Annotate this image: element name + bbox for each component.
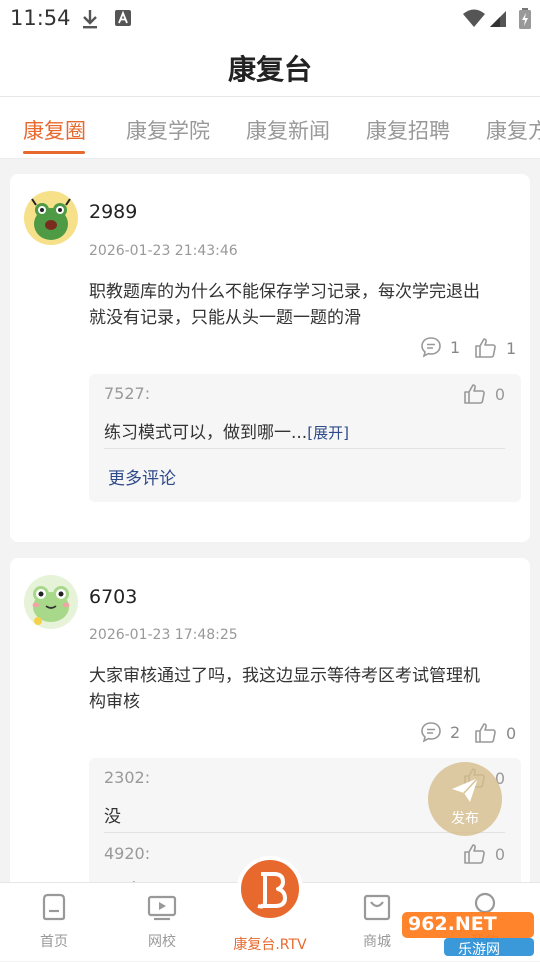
comment-count: 2	[450, 722, 461, 742]
divider	[104, 832, 505, 833]
username[interactable]: 2989	[89, 201, 137, 223]
divider	[104, 448, 505, 449]
reply-username[interactable]: 4920:	[104, 844, 150, 863]
expand-link[interactable]: [展开]	[307, 424, 349, 442]
reply-like-count: 0	[494, 844, 505, 864]
tab-kangfu-xueyuan[interactable]: 康复学院	[126, 115, 210, 145]
nav-school[interactable]: 网校	[122, 891, 202, 950]
post-content[interactable]: 职教题库的为什么不能保存学习记录，每次学完退出 就没有记录，只能从头一题一题的滑	[89, 279, 513, 331]
app-notification-icon	[114, 8, 132, 32]
post-card: 6703 2026-01-23 17:48:25 大家审核通过了吗，我这边显示等…	[10, 558, 530, 901]
tab-kangfuquan[interactable]: 康复圈	[23, 115, 86, 145]
thumbs-up-icon	[475, 723, 496, 743]
reply-like-button[interactable]: 0	[463, 842, 505, 866]
post-content-line: 职教题库的为什么不能保存学习记录，每次学完退出	[89, 282, 480, 302]
download-icon	[80, 8, 100, 34]
reply-like-button[interactable]: 0	[463, 382, 505, 406]
post-content-line: 就没有记录，只能从头一题一题的滑	[89, 308, 361, 328]
wifi-icon	[462, 8, 486, 32]
post-content-line: 大家审核通过了吗，我这边显示等待考区考试管理机	[89, 666, 480, 686]
reply-username[interactable]: 2302:	[104, 768, 150, 787]
like-count: 1	[506, 338, 517, 358]
comment-button[interactable]: 1	[420, 336, 460, 358]
post-card: 2989 2026-01-23 21:43:46 职教题库的为什么不能保存学习记…	[10, 174, 530, 542]
publish-button[interactable]: 发布	[428, 762, 502, 836]
avatar[interactable]	[24, 575, 78, 629]
brand-logo-icon	[257, 872, 287, 909]
reply-text: 练习模式可以，做到哪一...	[104, 423, 308, 443]
reply-like-count: 0	[494, 384, 505, 404]
nav-home-label: 首页	[40, 934, 68, 950]
watermark-sub: 乐游网	[458, 942, 500, 958]
comment-icon	[421, 722, 441, 743]
like-count: 0	[506, 723, 517, 743]
reply-text-row: 练习模式可以，做到哪一...[展开]	[104, 418, 349, 443]
post-content[interactable]: 大家审核通过了吗，我这边显示等待考区考试管理机 构审核	[89, 663, 513, 715]
tab-kangfu-more[interactable]: 康复方	[486, 115, 540, 145]
watermark-brand: 962.NET	[408, 913, 497, 935]
site-watermark: 962.NET 乐游网	[400, 908, 536, 958]
avatar[interactable]	[24, 191, 78, 245]
more-comments-link[interactable]: 更多评论	[108, 464, 176, 489]
reply-text: 没	[104, 807, 121, 827]
comment-count: 1	[450, 337, 461, 357]
app-header: 康复台	[0, 36, 540, 97]
status-bar: 11:54	[0, 0, 540, 36]
active-tab-indicator	[23, 151, 85, 154]
nav-home[interactable]: 首页	[14, 891, 94, 950]
signal-icon	[488, 8, 508, 32]
page-title: 康复台	[227, 53, 312, 86]
battery-icon	[518, 8, 532, 34]
reply-username[interactable]: 7527:	[104, 384, 150, 403]
comment-icon	[421, 337, 441, 358]
comment-button[interactable]: 2	[420, 721, 460, 743]
post-time: 2026-01-23 21:43:46	[89, 243, 238, 259]
paper-plane-icon	[452, 777, 479, 802]
tab-kangfu-xinwen[interactable]: 康复新闻	[246, 115, 330, 145]
category-tabs: 康复圈 康复学院 康复新闻 康复招聘 康复方	[0, 97, 540, 159]
username[interactable]: 6703	[89, 586, 137, 608]
nav-center-button[interactable]	[237, 856, 303, 922]
like-button[interactable]: 1	[474, 336, 516, 360]
like-button[interactable]: 0	[474, 721, 516, 745]
post-time: 2026-01-23 17:48:25	[89, 627, 238, 643]
video-icon	[147, 895, 177, 921]
reply-section: 7527: 0 练习模式可以，做到哪一...[展开] 更多评论	[89, 374, 521, 502]
tab-kangfu-zhaopin[interactable]: 康复招聘	[366, 115, 450, 145]
post-content-line: 构审核	[89, 692, 140, 712]
thumbs-up-icon	[464, 384, 485, 404]
home-icon	[42, 893, 66, 921]
nav-center-label: 康复台.RTV	[233, 937, 307, 953]
thumbs-up-icon	[464, 844, 485, 864]
publish-label: 发布	[451, 811, 479, 827]
status-time: 11:54	[10, 6, 71, 30]
nav-school-label: 网校	[148, 934, 176, 950]
thumbs-up-icon	[475, 338, 496, 358]
shopping-bag-icon	[363, 894, 391, 921]
